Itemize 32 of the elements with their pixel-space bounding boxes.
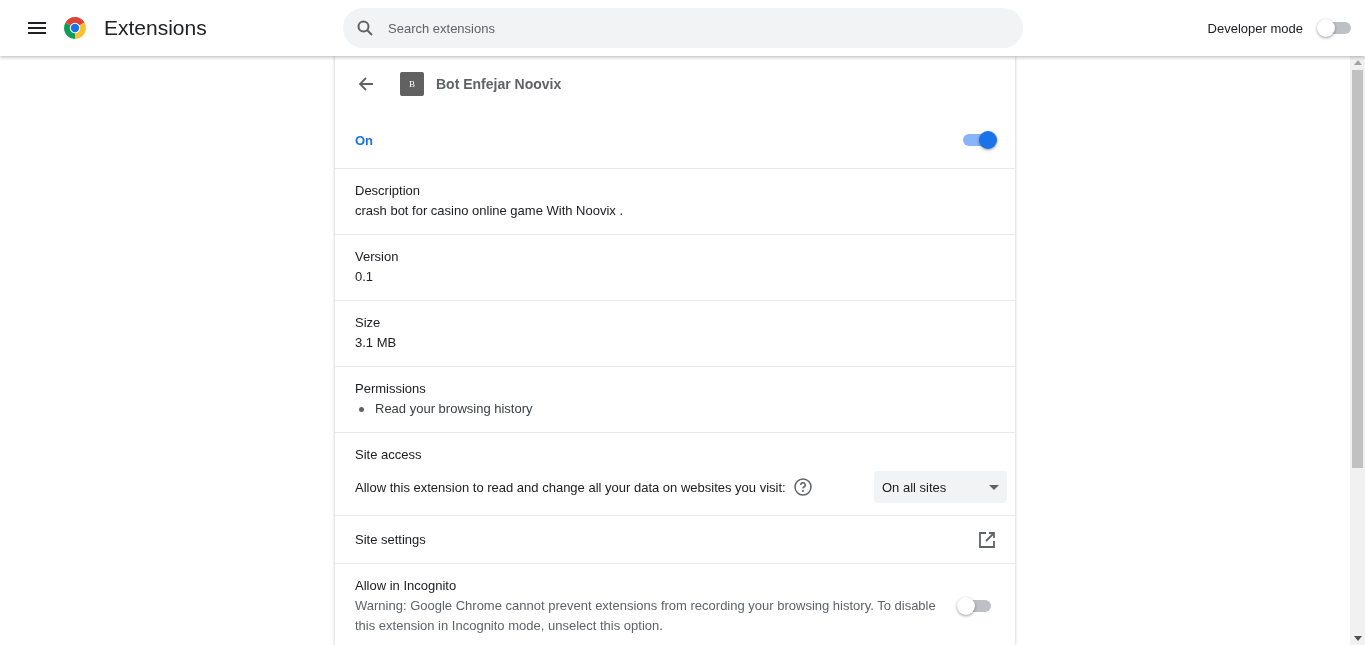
incognito-warning: Warning: Google Chrome cannot prevent extensions from recording your browsing history. To disable this extension in Incognito mode, unselect this option. xyxy=(355,597,937,635)
site-access-text: Allow this extension to read and change all your data on websites you visit: xyxy=(355,479,786,495)
enabled-label: On xyxy=(355,132,374,148)
page-title: Extensions xyxy=(104,16,207,40)
scroll-down-icon[interactable] xyxy=(1353,636,1362,641)
scrollbar[interactable] xyxy=(1350,56,1365,645)
incognito-toggle[interactable] xyxy=(959,600,991,612)
section-label: Allow in Incognito xyxy=(355,577,458,595)
search-icon xyxy=(357,20,373,36)
extension-name: Bot Enfejar Noovix xyxy=(436,76,562,92)
section-value: 3.1 MB xyxy=(355,334,398,352)
developer-mode-label: Developer mode xyxy=(1207,20,1303,36)
site-access-dropdown[interactable]: On all sites xyxy=(874,471,1007,503)
section-label: Site access xyxy=(355,446,423,464)
help-icon[interactable] xyxy=(793,478,812,496)
back-arrow-icon[interactable] xyxy=(358,76,374,92)
section-value: 0.1 xyxy=(355,268,375,286)
extension-icon: B xyxy=(400,72,424,96)
caret-icon xyxy=(989,484,999,490)
section-value: crash bot for casino online game With Noovix . xyxy=(355,202,625,220)
menu-icon[interactable] xyxy=(28,22,46,34)
chrome-logo-icon xyxy=(63,16,87,40)
section-label: Size xyxy=(355,314,382,332)
external-link-icon[interactable] xyxy=(979,531,995,548)
enabled-toggle[interactable] xyxy=(963,134,995,146)
site-settings-link[interactable]: Site settings xyxy=(355,529,426,550)
developer-mode-toggle[interactable] xyxy=(1319,22,1351,34)
permission-item: Read your browsing history xyxy=(359,399,995,419)
search-field[interactable]: Search extensions xyxy=(343,8,1023,48)
section-label: Version xyxy=(355,248,400,266)
section-label: Permissions xyxy=(355,380,427,398)
section-label: Description xyxy=(355,182,422,200)
